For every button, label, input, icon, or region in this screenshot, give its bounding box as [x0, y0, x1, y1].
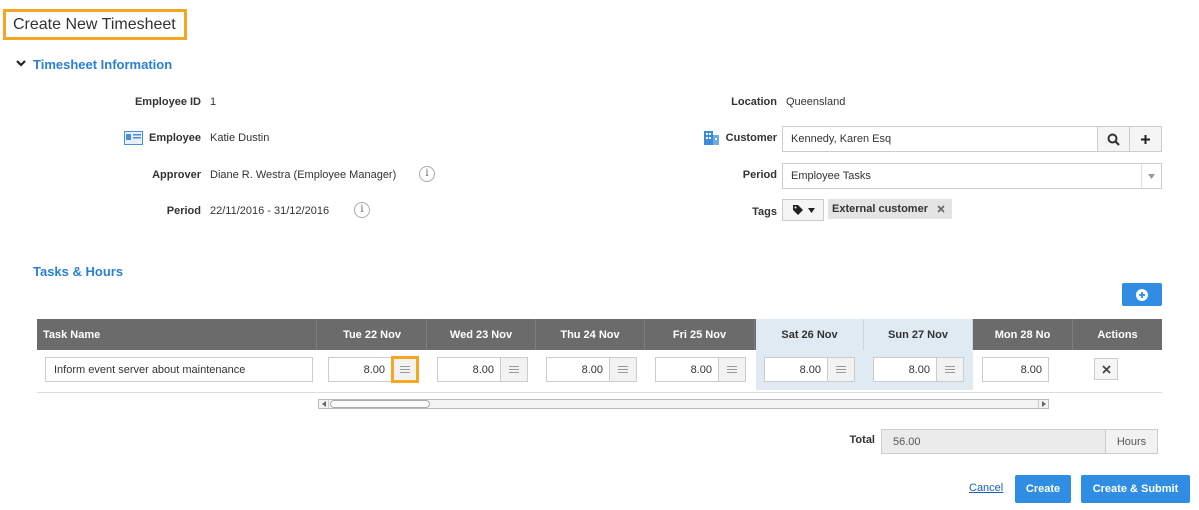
menu-icon[interactable]: [500, 357, 528, 382]
column-header-day: Fri 25 Nov: [645, 319, 755, 350]
column-header-actions: Actions: [1097, 328, 1138, 341]
column-header-day: Tue 22 Nov: [318, 319, 427, 350]
search-icon[interactable]: [1097, 126, 1130, 152]
employee-id-value: 1: [210, 96, 217, 108]
location-label: Location: [731, 96, 777, 108]
menu-icon[interactable]: [936, 357, 964, 382]
add-task-button[interactable]: [1122, 283, 1162, 306]
column-header-day: Mon 28 No: [973, 319, 1073, 350]
total-unit: Hours: [1105, 429, 1158, 454]
period2-label: Period: [742, 169, 777, 181]
approver-value: Diane R. Westra (Employee Manager): [210, 169, 397, 181]
create-button[interactable]: Create: [1015, 475, 1071, 503]
section-title-timesheet-info[interactable]: Timesheet Information: [33, 57, 172, 72]
column-header-day: Sat 26 Nov: [756, 319, 864, 350]
scroll-right-icon[interactable]: [1038, 400, 1048, 408]
building-icon: [703, 130, 720, 145]
plus-circle-icon: [1136, 288, 1148, 301]
total-label: Total: [849, 434, 875, 446]
hours-input[interactable]: 8.00: [437, 357, 501, 382]
plus-icon: [1141, 134, 1150, 144]
delete-row-button[interactable]: [1094, 358, 1118, 380]
horizontal-scrollbar[interactable]: [318, 399, 1049, 409]
scroll-left-icon[interactable]: [319, 400, 329, 408]
info-icon[interactable]: i: [354, 202, 370, 218]
row-divider: [37, 392, 1162, 393]
hours-input[interactable]: 8.00: [873, 357, 937, 382]
approver-label: Approver: [152, 169, 201, 181]
period-value: 22/11/2016 - 31/12/2016: [210, 205, 330, 217]
total-value: 56.00: [881, 429, 1106, 454]
period-label: Period: [166, 205, 201, 217]
customer-label: Customer: [725, 132, 777, 144]
hours-input[interactable]: 8.00: [546, 357, 610, 382]
employee-value: Katie Dustin: [210, 132, 270, 144]
period-select-value: Employee Tasks: [791, 170, 871, 182]
tag-chip-label: External customer: [832, 203, 928, 215]
cancel-link[interactable]: Cancel: [969, 482, 1003, 494]
chevron-down-icon[interactable]: [15, 57, 29, 71]
task-name-input[interactable]: Inform event server about maintenance: [45, 357, 313, 382]
column-header-day: Wed 23 Nov: [427, 319, 536, 350]
tag-chip: External customer: [828, 199, 952, 219]
column-header-task: Task Name: [37, 319, 317, 350]
scrollbar-thumb[interactable]: [330, 400, 430, 408]
close-icon: [1101, 364, 1111, 374]
hours-input[interactable]: 8.00: [982, 357, 1049, 382]
employee-label: Employee: [149, 132, 201, 144]
tags-label: Tags: [752, 206, 777, 218]
period-select[interactable]: Employee Tasks: [782, 163, 1162, 189]
table-header: Task Name Tue 22 Nov Wed 23 Nov Thu 24 N…: [37, 319, 1162, 350]
menu-icon[interactable]: [827, 357, 855, 382]
id-card-icon: [124, 131, 143, 145]
column-header-day: Sun 27 Nov: [864, 319, 973, 350]
hours-input[interactable]: 8.00: [328, 357, 392, 382]
create-submit-button[interactable]: Create & Submit: [1081, 475, 1190, 503]
close-icon[interactable]: [934, 202, 948, 216]
menu-icon[interactable]: [391, 356, 419, 383]
page-title: Create New Timesheet: [3, 9, 187, 40]
add-customer-button[interactable]: [1129, 126, 1162, 152]
section-title-tasks: Tasks & Hours: [33, 264, 124, 279]
info-icon[interactable]: i: [419, 166, 435, 182]
hours-input[interactable]: 8.00: [764, 357, 828, 382]
menu-icon[interactable]: [718, 357, 746, 382]
menu-icon[interactable]: [609, 357, 637, 382]
customer-input[interactable]: Kennedy, Karen Esq: [782, 126, 1098, 152]
tag-icon: [792, 205, 803, 215]
location-value: Queensland: [786, 96, 846, 108]
column-header-day: Thu 24 Nov: [536, 319, 645, 350]
dropdown-arrow-icon[interactable]: [1141, 164, 1161, 188]
caret-down-icon: [807, 207, 815, 213]
tag-dropdown-button[interactable]: [782, 199, 824, 221]
employee-id-label: Employee ID: [134, 96, 201, 108]
hours-input[interactable]: 8.00: [655, 357, 719, 382]
